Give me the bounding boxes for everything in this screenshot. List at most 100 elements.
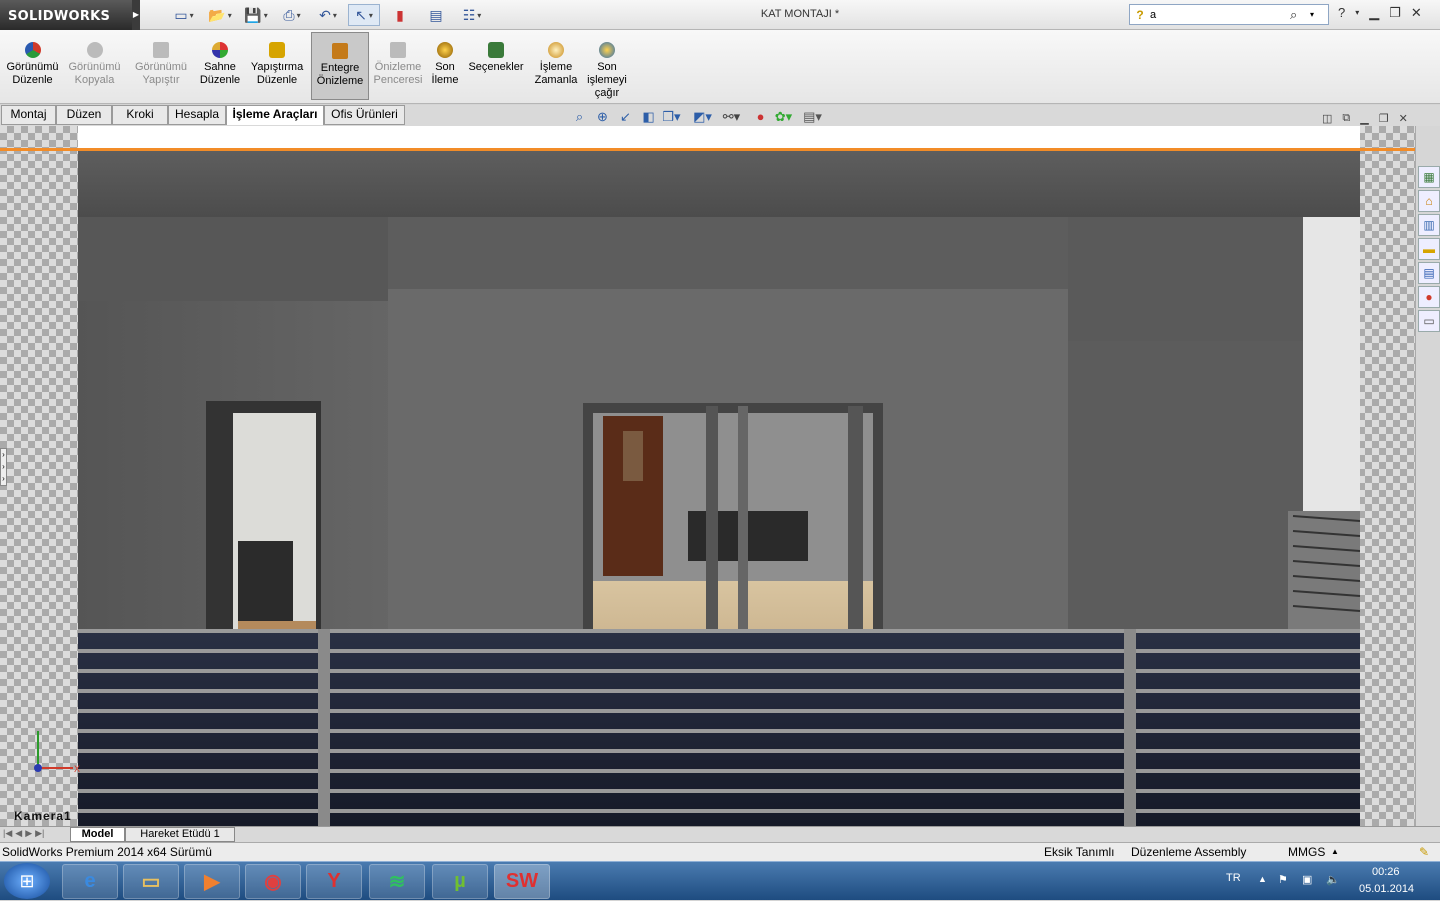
zoom-area-icon[interactable]: ⊕ (593, 109, 612, 125)
final-render-button[interactable]: Son İleme (427, 32, 463, 100)
viewport-collapse-icon[interactable]: ⧉ (1342, 112, 1350, 125)
edit-appearance-icon[interactable]: ● (751, 109, 770, 125)
yandex-icon[interactable]: Y (306, 864, 362, 899)
edit-scene-button[interactable]: Sahne Düzenle (196, 32, 244, 100)
edit-mode-status: Düzenleme Assembly (1131, 845, 1247, 859)
viewport-minimize-icon[interactable]: ▁ (1360, 112, 1368, 125)
internet-explorer-icon[interactable]: e (62, 864, 118, 899)
search-icon[interactable]: ⌕ (1290, 7, 1310, 23)
view-orientation-icon[interactable]: ❒▾ (662, 109, 681, 125)
file-explorer-icon[interactable]: ▬ (1418, 238, 1440, 260)
tab-motion-study[interactable]: Hareket Etüdü 1 (125, 827, 235, 842)
help-icon[interactable]: ? (1338, 5, 1345, 21)
design-library-icon[interactable]: ▥ (1418, 214, 1440, 236)
tab-isleme-araclari[interactable]: İşleme Araçları (226, 105, 324, 125)
language-indicator[interactable]: TR (1226, 872, 1241, 884)
copy-appearance-icon (86, 42, 103, 58)
solidworks-logo[interactable]: SOLIDWORKS (0, 0, 132, 30)
hide-show-icon[interactable]: ⚯▾ (722, 109, 741, 125)
version-label: SolidWorks Premium 2014 x64 Sürümü (2, 845, 212, 859)
close-icon[interactable]: ✕ (1411, 5, 1422, 21)
media-player-icon[interactable]: ▶ (184, 864, 240, 899)
final-render-icon (437, 42, 453, 58)
rebuild-icon[interactable]: ▮ (384, 4, 416, 26)
edit-appearance-button[interactable]: Görünümü Düzenle (5, 32, 60, 100)
tab-montaj[interactable]: Montaj (1, 105, 56, 125)
heads-up-view-toolbar: ⌕ ⊕ ↙ ◧ ❒▾ ◩▾ ⚯▾ ● ✿▾ ▤▾ (570, 109, 822, 125)
tab-hesapla[interactable]: Hesapla (168, 105, 226, 125)
home-icon[interactable]: ⌂ (1418, 190, 1440, 212)
graphics-area[interactable]: › › › X Kamera1 (0, 126, 1415, 826)
integrated-preview-button[interactable]: Entegre Önizleme (311, 32, 369, 100)
file-properties-icon[interactable]: ▤ (420, 4, 452, 26)
appearances-icon[interactable]: ● (1418, 286, 1440, 308)
options-render-icon (488, 42, 504, 58)
tab-duzen[interactable]: Düzen (56, 105, 112, 125)
file-explorer-icon[interactable]: ▭ (123, 864, 179, 899)
quick-access-toolbar: ▭ ▾ 📂 ▾ 💾 ▾ ⎙ ▾ ↶ ▾ ↖ ▾ ▮ ▤ ☷ ▾ (168, 4, 488, 26)
save-icon[interactable]: 💾 ▾ (240, 4, 272, 26)
help-dropdown-icon[interactable]: ▾ (1355, 8, 1359, 21)
solidworks-icon[interactable]: SW (494, 864, 550, 899)
clock-time[interactable]: 00:26 (1372, 866, 1400, 878)
units-dropdown-icon[interactable]: ▲ (1331, 843, 1339, 861)
search-dropdown-icon[interactable]: ▾ (1310, 10, 1314, 19)
network-icon[interactable]: ▣ (1302, 873, 1312, 886)
tab-ofis-urunleri[interactable]: Ofis Ürünleri (324, 105, 405, 125)
next-tab-icon[interactable]: ▶ (25, 828, 32, 839)
print-icon[interactable]: ⎙ ▾ (276, 4, 308, 26)
volume-icon[interactable]: 🔈 (1326, 873, 1340, 886)
restore-icon[interactable]: ❐ (1389, 5, 1401, 21)
clock-date[interactable]: 05.01.2014 (1359, 883, 1414, 895)
undo-icon[interactable]: ↶ ▾ (312, 4, 344, 26)
solidworks-resources-icon[interactable]: ▦ (1418, 166, 1440, 188)
previous-view-icon[interactable]: ↙ (616, 109, 635, 125)
viewport-restore-icon[interactable]: ❐ (1379, 112, 1389, 125)
section-view-icon[interactable]: ◧ (639, 109, 658, 125)
last-tab-icon[interactable]: ▶| (35, 828, 44, 839)
options-icon[interactable]: ☷ ▾ (456, 4, 488, 26)
split-view-icon[interactable]: ◫ (1322, 112, 1332, 125)
edit-decal-button[interactable]: Yapıştırma Düzenle (248, 32, 306, 100)
view-palette-icon[interactable]: ▤ (1418, 262, 1440, 284)
custom-properties-icon[interactable]: ▭ (1418, 310, 1440, 332)
tab-kroki[interactable]: Kroki (112, 105, 168, 125)
definition-status: Eksik Tanımlı (1044, 845, 1115, 859)
integrated-preview-icon (332, 43, 348, 59)
chrome-icon[interactable]: ◉ (245, 864, 301, 899)
show-hidden-icons-icon[interactable]: ▲ (1258, 874, 1267, 884)
search-box[interactable]: ? ⌕ ▾ (1129, 4, 1329, 25)
first-tab-icon[interactable]: |◀ (3, 828, 12, 839)
open-icon[interactable]: 📂 ▾ (204, 4, 236, 26)
command-manager-ribbon: Görünümü Düzenle Görünümü Kopyala Görünü… (0, 30, 1440, 104)
minimize-icon[interactable]: ▁ (1369, 5, 1379, 21)
model-tabs-bar: |◀ ◀ ▶ ▶| Model Hareket Etüdü 1 (0, 826, 1440, 842)
preview-window-button[interactable]: Önizleme Penceresi (372, 32, 424, 100)
rebuild-indicator-icon[interactable]: ✎ (1419, 843, 1429, 861)
render-options-button[interactable]: Seçenekler (466, 32, 526, 100)
display-style-icon[interactable]: ◩▾ (693, 109, 712, 125)
search-input[interactable] (1150, 8, 1290, 21)
feature-tree-expand-handle[interactable]: › › › (0, 448, 7, 486)
copy-appearance-button[interactable]: Görünümü Kopyala (63, 32, 126, 100)
action-center-icon[interactable]: ⚑ (1278, 873, 1288, 886)
spotify-icon[interactable]: ≋ (369, 864, 425, 899)
prev-tab-icon[interactable]: ◀ (15, 828, 22, 839)
windows-logo-icon: ⊞ (19, 870, 35, 891)
select-icon[interactable]: ↖ ▾ (348, 4, 380, 26)
view-settings-icon[interactable]: ▤▾ (803, 109, 822, 125)
utorrent-icon[interactable]: µ (432, 864, 488, 899)
schedule-render-button[interactable]: İşleme Zamanla (530, 32, 582, 100)
unit-system-selector[interactable]: MMGS (1288, 843, 1325, 861)
zoom-to-fit-icon[interactable]: ⌕ (570, 109, 589, 125)
viewport-close-icon[interactable]: ✕ (1399, 112, 1408, 125)
tab-model[interactable]: Model (70, 827, 125, 842)
triad-axis-icon: X (34, 731, 80, 774)
paste-appearance-button[interactable]: Görünümü Yapıştır (130, 32, 192, 100)
menu-expand-arrow-icon[interactable]: ▶ (132, 0, 140, 30)
start-button[interactable]: ⊞ (4, 863, 50, 899)
recall-render-button[interactable]: Son işlemeyi çağır (585, 32, 629, 100)
tab-scroll-arrows[interactable]: |◀ ◀ ▶ ▶| (3, 828, 44, 839)
new-document-icon[interactable]: ▭ ▾ (168, 4, 200, 26)
apply-scene-icon[interactable]: ✿▾ (774, 109, 793, 125)
